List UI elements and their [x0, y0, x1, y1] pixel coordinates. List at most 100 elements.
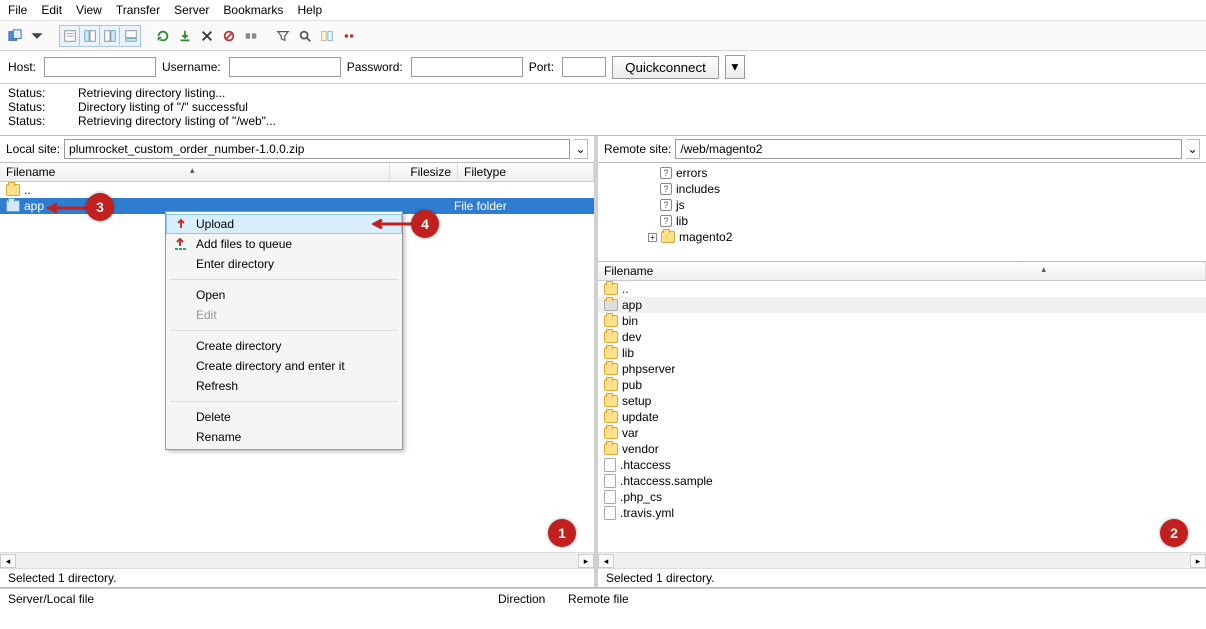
- list-item[interactable]: setup: [598, 393, 1206, 409]
- menu-help[interactable]: Help: [297, 3, 322, 17]
- list-item[interactable]: bin: [598, 313, 1206, 329]
- filter-icon[interactable]: [273, 26, 293, 46]
- process-queue-icon[interactable]: [175, 26, 195, 46]
- list-item[interactable]: dev: [598, 329, 1206, 345]
- add-queue-icon: [172, 236, 188, 252]
- upload-icon: [173, 216, 189, 232]
- ctx-create-directory[interactable]: Create directory: [166, 336, 402, 356]
- disconnect-icon[interactable]: [219, 26, 239, 46]
- quickconnect-bar: Host: Username: Password: Port: Quickcon…: [0, 51, 1206, 84]
- ctx-upload[interactable]: Upload: [166, 214, 402, 234]
- ctx-refresh[interactable]: Refresh: [166, 376, 402, 396]
- tree-node[interactable]: ?lib: [606, 213, 1198, 229]
- list-item[interactable]: .htaccess.sample: [598, 473, 1206, 489]
- quickconnect-dropdown[interactable]: ▾: [725, 55, 745, 79]
- log-label: Status:: [8, 86, 58, 100]
- list-item[interactable]: update: [598, 409, 1206, 425]
- cancel-icon[interactable]: [197, 26, 217, 46]
- ctx-add-to-queue[interactable]: Add files to queue: [166, 234, 402, 254]
- scroll-left-icon[interactable]: ◂: [598, 554, 614, 568]
- password-label: Password:: [347, 60, 403, 74]
- annotation-arrow-3-icon: [47, 202, 89, 214]
- col-filename[interactable]: Filename: [0, 163, 390, 181]
- annotation-arrow-4-icon: [372, 218, 414, 230]
- toggle-local-tree-icon[interactable]: [80, 26, 100, 46]
- remote-site-label: Remote site:: [604, 142, 671, 156]
- reconnect-icon[interactable]: [241, 26, 261, 46]
- password-input[interactable]: [411, 57, 523, 77]
- file-icon: [604, 506, 616, 520]
- dropdown-icon[interactable]: [27, 26, 47, 46]
- col-filesize[interactable]: Filesize: [390, 163, 458, 181]
- expand-icon[interactable]: +: [648, 233, 657, 242]
- list-item[interactable]: phpserver: [598, 361, 1206, 377]
- remote-scrollbar[interactable]: ◂ ▸: [598, 552, 1206, 568]
- list-item[interactable]: vendor: [598, 441, 1206, 457]
- folder-icon: [604, 299, 618, 311]
- local-path-dropdown-icon[interactable]: ⌄: [574, 139, 588, 159]
- compare-icon[interactable]: [317, 26, 337, 46]
- list-item-parent-dir[interactable]: ..: [598, 281, 1206, 297]
- col-server-local[interactable]: Server/Local file: [8, 592, 498, 607]
- toggle-queue-icon[interactable]: [120, 26, 140, 46]
- folder-icon: [604, 395, 618, 407]
- folder-icon: [604, 427, 618, 439]
- toolbar: [0, 21, 1206, 51]
- search-icon[interactable]: [295, 26, 315, 46]
- unknown-icon: ?: [660, 215, 672, 227]
- col-direction[interactable]: Direction: [498, 592, 568, 607]
- annotation-callout-3: 3: [86, 193, 114, 221]
- ctx-edit: Edit: [166, 305, 402, 325]
- log-message: Directory listing of "/" successful: [78, 100, 248, 114]
- col-filename[interactable]: Filename: [598, 262, 1206, 280]
- username-input[interactable]: [229, 57, 341, 77]
- site-manager-icon[interactable]: [5, 26, 25, 46]
- list-item[interactable]: pub: [598, 377, 1206, 393]
- unknown-icon: ?: [660, 199, 672, 211]
- tree-node[interactable]: ?js: [606, 197, 1198, 213]
- sync-browse-icon[interactable]: [339, 26, 359, 46]
- ctx-create-directory-enter[interactable]: Create directory and enter it: [166, 356, 402, 376]
- menu-bookmarks[interactable]: Bookmarks: [223, 3, 283, 17]
- list-item-parent-dir[interactable]: ..: [0, 182, 594, 198]
- refresh-icon[interactable]: [153, 26, 173, 46]
- list-item-app[interactable]: app: [598, 297, 1206, 313]
- menu-transfer[interactable]: Transfer: [116, 3, 160, 17]
- sort-indicator-icon: ▴: [1041, 264, 1046, 275]
- local-site-label: Local site:: [6, 142, 60, 156]
- list-item[interactable]: .htaccess: [598, 457, 1206, 473]
- ctx-delete[interactable]: Delete: [166, 407, 402, 427]
- col-remote-file[interactable]: Remote file: [568, 592, 629, 607]
- list-item[interactable]: .travis.yml: [598, 505, 1206, 521]
- local-path-input[interactable]: [64, 139, 570, 159]
- remote-path-input[interactable]: [675, 139, 1182, 159]
- ctx-enter-directory[interactable]: Enter directory: [166, 254, 402, 274]
- port-input[interactable]: [562, 57, 606, 77]
- message-log: Status:Retrieving directory listing... S…: [0, 84, 1206, 136]
- host-input[interactable]: [44, 57, 156, 77]
- toggle-remote-tree-icon[interactable]: [100, 26, 120, 46]
- scroll-left-icon[interactable]: ◂: [0, 554, 16, 568]
- ctx-rename[interactable]: Rename: [166, 427, 402, 447]
- scroll-right-icon[interactable]: ▸: [1190, 554, 1206, 568]
- list-item[interactable]: var: [598, 425, 1206, 441]
- tree-node[interactable]: ?includes: [606, 181, 1198, 197]
- tree-node[interactable]: ?errors: [606, 165, 1198, 181]
- log-message: Retrieving directory listing of "/web"..…: [78, 114, 276, 128]
- local-status: Selected 1 directory.: [0, 568, 594, 587]
- menu-server[interactable]: Server: [174, 3, 209, 17]
- menu-view[interactable]: View: [76, 3, 102, 17]
- scroll-right-icon[interactable]: ▸: [578, 554, 594, 568]
- menu-file[interactable]: File: [8, 3, 27, 17]
- list-item[interactable]: lib: [598, 345, 1206, 361]
- quickconnect-button[interactable]: Quickconnect: [612, 56, 719, 79]
- list-item[interactable]: .php_cs: [598, 489, 1206, 505]
- local-scrollbar[interactable]: ◂ ▸: [0, 552, 594, 568]
- tree-node-magento2[interactable]: +magento2: [606, 229, 1198, 245]
- file-icon: [604, 474, 616, 488]
- col-filetype[interactable]: Filetype: [458, 163, 594, 181]
- toggle-log-icon[interactable]: [60, 26, 80, 46]
- remote-path-dropdown-icon[interactable]: ⌄: [1186, 139, 1200, 159]
- ctx-open[interactable]: Open: [166, 285, 402, 305]
- menu-edit[interactable]: Edit: [41, 3, 62, 17]
